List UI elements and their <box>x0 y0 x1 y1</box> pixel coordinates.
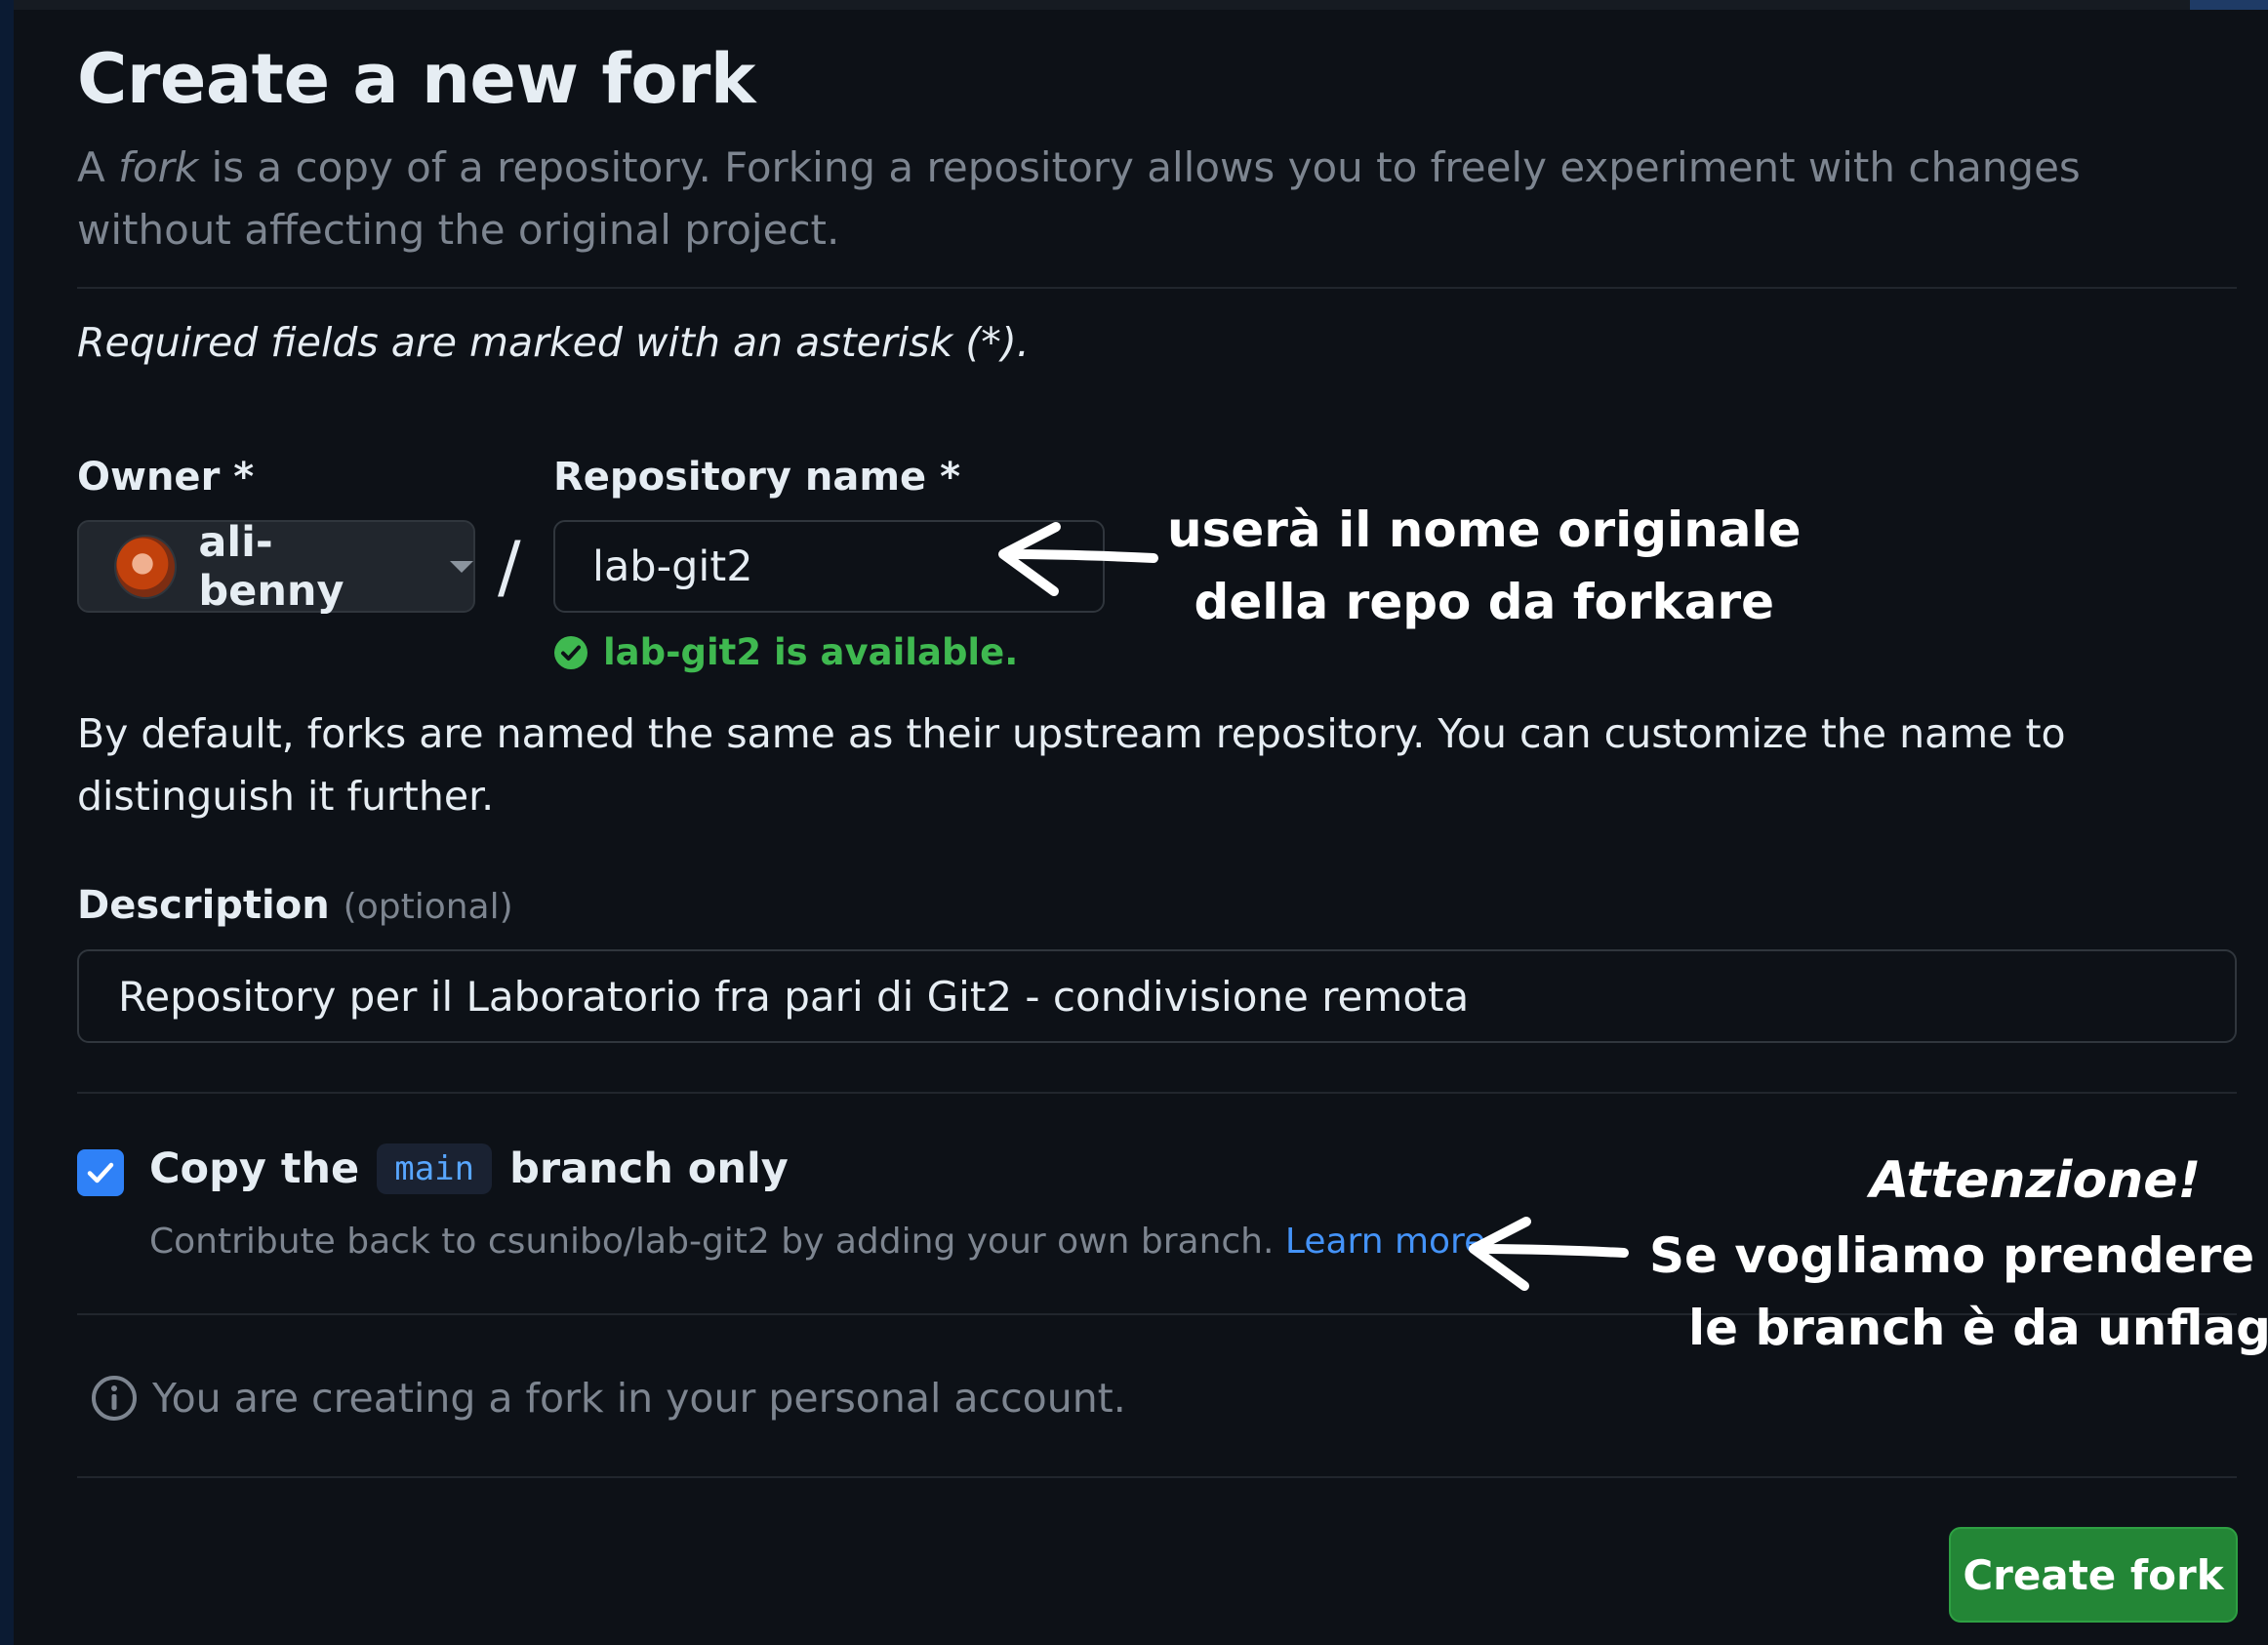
divider <box>77 1476 2237 1478</box>
create-fork-button[interactable]: Create fork <box>1949 1527 2238 1623</box>
top-bar <box>0 0 2268 10</box>
owner-value: ali-benny <box>198 517 344 616</box>
annotation-note-line: Se vogliamo prendere an <box>1649 1227 2268 1284</box>
copy-branch-help: Contribute back to csunibo/lab-git2 by a… <box>149 1222 1497 1262</box>
divider <box>77 1092 2237 1094</box>
page-subtitle: A fork is a copy of a repository. Forkin… <box>77 137 2244 261</box>
top-bar-accent <box>2190 0 2268 10</box>
availability-status: lab-git2 is available. <box>552 631 1018 673</box>
owner-label: Owner * <box>77 455 255 500</box>
fork-name-helper-text: By default, forks are named the same as … <box>77 710 2066 820</box>
page-title: Create a new fork <box>77 39 756 119</box>
annotation-arrow-icon <box>998 522 1158 596</box>
branch-name-code: main <box>377 1143 493 1194</box>
annotation-note-branches: Se vogliamo prendere an le branch è da u… <box>1649 1220 2268 1364</box>
annotation-note-repo-name: userà il nome originale della repo da fo… <box>1167 494 1802 638</box>
optional-tag: (optional) <box>343 887 513 927</box>
check-circle-icon <box>554 635 587 669</box>
copy-branch-help-text: Contribute back to csunibo/lab-git2 by a… <box>149 1222 1275 1262</box>
owner-dropdown[interactable]: ali-benny <box>77 517 475 616</box>
annotation-note-line: della repo da forkare <box>1194 574 1775 630</box>
annotation-warning-title: Attenzione! <box>1870 1151 2202 1210</box>
owner-repo-separator: / <box>498 527 521 607</box>
personal-account-text: You are creating a fork in your personal… <box>152 1375 1126 1422</box>
personal-account-note: You are creating a fork in your personal… <box>90 1374 1126 1423</box>
copy-branch-label: Copy the main branch only <box>149 1143 789 1194</box>
subtitle-rest: is a copy of a repository. Forking a rep… <box>77 143 2081 254</box>
info-icon <box>92 1376 137 1421</box>
divider <box>77 287 2237 289</box>
copy-branch-prefix: Copy the <box>149 1144 360 1193</box>
chevron-down-icon <box>450 560 473 573</box>
subtitle-fork-word: fork <box>118 143 199 191</box>
copy-main-branch-checkbox[interactable] <box>77 1149 124 1196</box>
left-edge-strip <box>0 0 14 1645</box>
required-fields-note: Required fields are marked with an aster… <box>77 319 1030 366</box>
annotation-note-line: userà il nome originale <box>1167 502 1802 558</box>
repository-name-label: Repository name * <box>553 455 961 500</box>
checkmark-icon <box>87 1162 114 1184</box>
availability-text: lab-git2 is available. <box>603 631 1019 673</box>
description-label: Description (optional) <box>77 883 513 928</box>
description-label-text: Description <box>77 883 330 928</box>
annotation-arrow-icon <box>1469 1217 1629 1291</box>
copy-branch-suffix: branch only <box>509 1144 789 1193</box>
user-avatar <box>114 534 178 599</box>
annotation-note-line: le branch è da unflagga <box>1688 1300 2268 1356</box>
description-input[interactable]: Repository per il Laboratorio fra pari d… <box>77 949 2237 1043</box>
subtitle-prefix: A <box>77 143 119 191</box>
